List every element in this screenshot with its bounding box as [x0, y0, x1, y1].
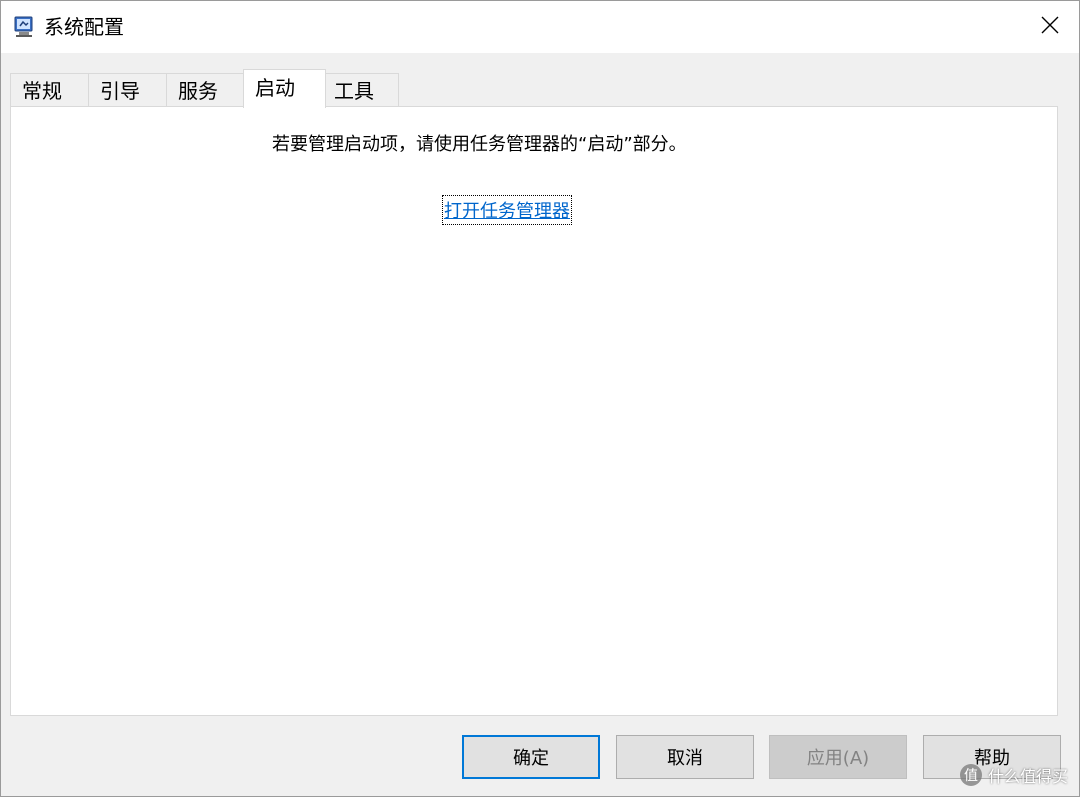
close-icon: [1041, 16, 1059, 38]
window-title: 系统配置: [44, 15, 124, 39]
startup-info-text: 若要管理启动项，请使用任务管理器的“启动”部分。: [272, 134, 687, 155]
open-task-manager-link[interactable]: 打开任务管理器: [442, 195, 572, 225]
msconfig-app-icon: [13, 16, 35, 38]
tab-general[interactable]: 常规: [10, 73, 89, 107]
ok-button[interactable]: 确定: [462, 735, 600, 779]
apply-button[interactable]: 应用(A): [769, 735, 907, 779]
smzdm-logo-icon: 值: [959, 764, 982, 786]
watermark-text: 什么值得买: [987, 767, 1068, 786]
title-bar[interactable]: 系统配置: [1, 1, 1079, 53]
system-config-window: 系统配置 常规 引导 服务 启动 工具 若要管理启动项，请使用任务管理器的“启动…: [0, 0, 1080, 797]
tab-services[interactable]: 服务: [166, 73, 244, 107]
startup-tab-panel: 若要管理启动项，请使用任务管理器的“启动”部分。 打开任务管理器: [10, 106, 1058, 716]
tab-boot[interactable]: 引导: [88, 73, 167, 107]
close-button[interactable]: [1021, 1, 1079, 53]
smzdm-watermark: 值 什么值得买: [959, 763, 1068, 787]
cancel-button[interactable]: 取消: [616, 735, 754, 779]
tab-startup[interactable]: 启动: [243, 69, 326, 108]
tab-tools[interactable]: 工具: [322, 73, 399, 107]
